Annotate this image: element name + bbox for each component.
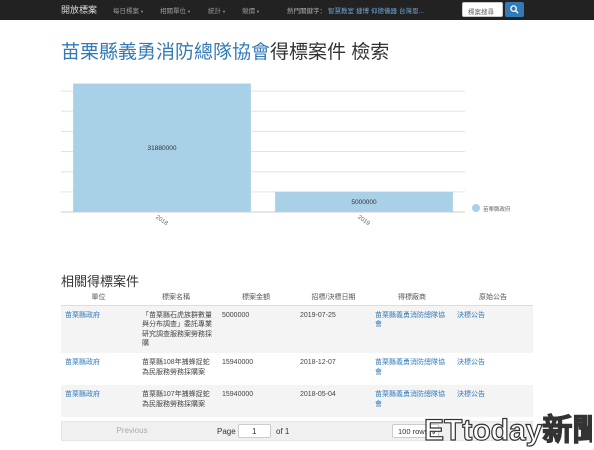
column-header[interactable]: 標案名稱 bbox=[136, 289, 216, 306]
vendor-link[interactable]: 苗栗縣義勇消防總隊協會 bbox=[375, 391, 445, 408]
tender-date: 2018-12-07 bbox=[300, 359, 336, 366]
caret-down-icon: ▼ bbox=[187, 8, 191, 14]
page-label: Page bbox=[217, 427, 236, 436]
bar-data-label: 31880000 bbox=[148, 145, 177, 152]
nav-label: 相關單位 bbox=[160, 8, 186, 15]
hot-keyword-link[interactable]: 捷博 bbox=[356, 8, 369, 15]
notice-link[interactable]: 決標公告 bbox=[457, 391, 485, 398]
page-title-org[interactable]: 苗栗縣義勇消防總隊協會 bbox=[61, 42, 270, 63]
legend-swatch bbox=[472, 204, 480, 212]
notice-link[interactable]: 決標公告 bbox=[457, 359, 485, 366]
nav-label: 每日標案 bbox=[113, 8, 139, 15]
notice-link[interactable]: 決標公告 bbox=[457, 312, 485, 319]
bar-data-label: 5000000 bbox=[351, 199, 377, 206]
vendor-link[interactable]: 苗栗縣義勇消防總隊協會 bbox=[375, 312, 445, 329]
hot-keyword-link[interactable]: 仰德儀器 bbox=[371, 8, 397, 15]
ettoday-watermark-logo: ETtoday新聞雲 bbox=[424, 413, 592, 447]
tender-name: 苗栗縣107年捕蜂捉蛇為民服務勞務採購案 bbox=[142, 391, 210, 408]
results-table: 單位 標案名稱 標案金額 招標/決標日期 得標廠商 原始公告 苗栗縣政府 「苗栗… bbox=[61, 289, 533, 417]
previous-button[interactable]: Previous bbox=[62, 422, 202, 440]
nav-daily-tenders[interactable]: 每日標案▼ bbox=[113, 5, 144, 15]
tender-name: 苗栗縣108年捕蜂捉蛇為民服務勞務採購案 bbox=[142, 359, 210, 376]
page-number-input[interactable]: 1 bbox=[238, 424, 271, 438]
vendor-link[interactable]: 苗栗縣義勇消防總隊協會 bbox=[375, 359, 445, 376]
column-header[interactable]: 單位 bbox=[61, 289, 136, 306]
table-row: 苗栗縣政府 苗栗縣108年捕蜂捉蛇為民服務勞務採購案 15940000 2018… bbox=[61, 353, 533, 385]
nav-statistics[interactable]: 統計▼ bbox=[208, 5, 226, 15]
column-header[interactable]: 原始公告 bbox=[453, 289, 533, 306]
x-tick-label: 2019 bbox=[356, 215, 371, 228]
tender-date: 2018-05-04 bbox=[300, 391, 336, 398]
unit-link[interactable]: 苗栗縣政府 bbox=[65, 359, 100, 366]
column-header[interactable]: 標案金額 bbox=[216, 289, 296, 306]
search-input[interactable]: 標案搜尋 bbox=[462, 2, 503, 17]
hot-keywords-label: 熱門關鍵字： bbox=[287, 8, 326, 15]
nav-label: 競價 bbox=[242, 8, 255, 15]
hot-keywords: 熱門關鍵字： 智慧教室 捷博 仰德儀器 台灣恩... bbox=[287, 5, 424, 15]
unit-link[interactable]: 苗栗縣政府 bbox=[65, 391, 100, 398]
nav-label: 統計 bbox=[208, 8, 221, 15]
hot-keyword-link[interactable]: 智慧教室 bbox=[328, 8, 354, 15]
table-row: 苗栗縣政府 「苗栗縣石虎族群數量與分布調查」委託專業研究調查服務案勞務採購 50… bbox=[61, 305, 533, 353]
legend-label: 苗栗縣政府 bbox=[483, 207, 511, 213]
tender-date: 2019-07-25 bbox=[300, 311, 336, 319]
caret-down-icon: ▼ bbox=[140, 8, 144, 14]
nav-bidding[interactable]: 競價▼ bbox=[242, 5, 260, 15]
caret-down-icon: ▼ bbox=[256, 8, 260, 14]
page-title-rest: 得標案件 檢索 bbox=[270, 42, 390, 63]
page-title: 苗栗縣義勇消防總隊協會得標案件 檢索 bbox=[61, 37, 389, 64]
brand-link[interactable]: 開放標案 bbox=[61, 3, 97, 16]
table-header-row: 單位 標案名稱 標案金額 招標/決標日期 得標廠商 原始公告 bbox=[61, 289, 533, 306]
nav-related-units[interactable]: 相關單位▼ bbox=[160, 5, 191, 15]
watermark-text: ETtoday新聞雲 bbox=[424, 414, 592, 447]
search-icon bbox=[510, 5, 519, 14]
hot-keyword-link[interactable]: 台灣恩... bbox=[399, 8, 424, 15]
x-tick-label: 2018 bbox=[154, 215, 169, 228]
page-count-label: of 1 bbox=[276, 427, 290, 436]
tender-name: 「苗栗縣石虎族群數量與分布調查」委託專業研究調查服務案勞務採購 bbox=[142, 311, 212, 348]
top-navbar: 開放標案 每日標案▼ 相關單位▼ 統計▼ 競價▼ 熱門關鍵字： 智慧教室 捷博 仰德儀… bbox=[0, 0, 594, 20]
unit-link[interactable]: 苗栗縣政府 bbox=[65, 312, 100, 319]
search-button[interactable] bbox=[505, 2, 524, 17]
column-header[interactable]: 招標/決標日期 bbox=[296, 289, 371, 306]
tender-amount: 5000000 bbox=[222, 311, 250, 319]
caret-down-icon: ▼ bbox=[222, 8, 226, 14]
tender-amount: 15940000 bbox=[222, 359, 254, 366]
tender-amount: 15940000 bbox=[222, 391, 254, 398]
column-header[interactable]: 得標廠商 bbox=[371, 289, 453, 306]
section-title: 相關得標案件 bbox=[61, 274, 140, 289]
